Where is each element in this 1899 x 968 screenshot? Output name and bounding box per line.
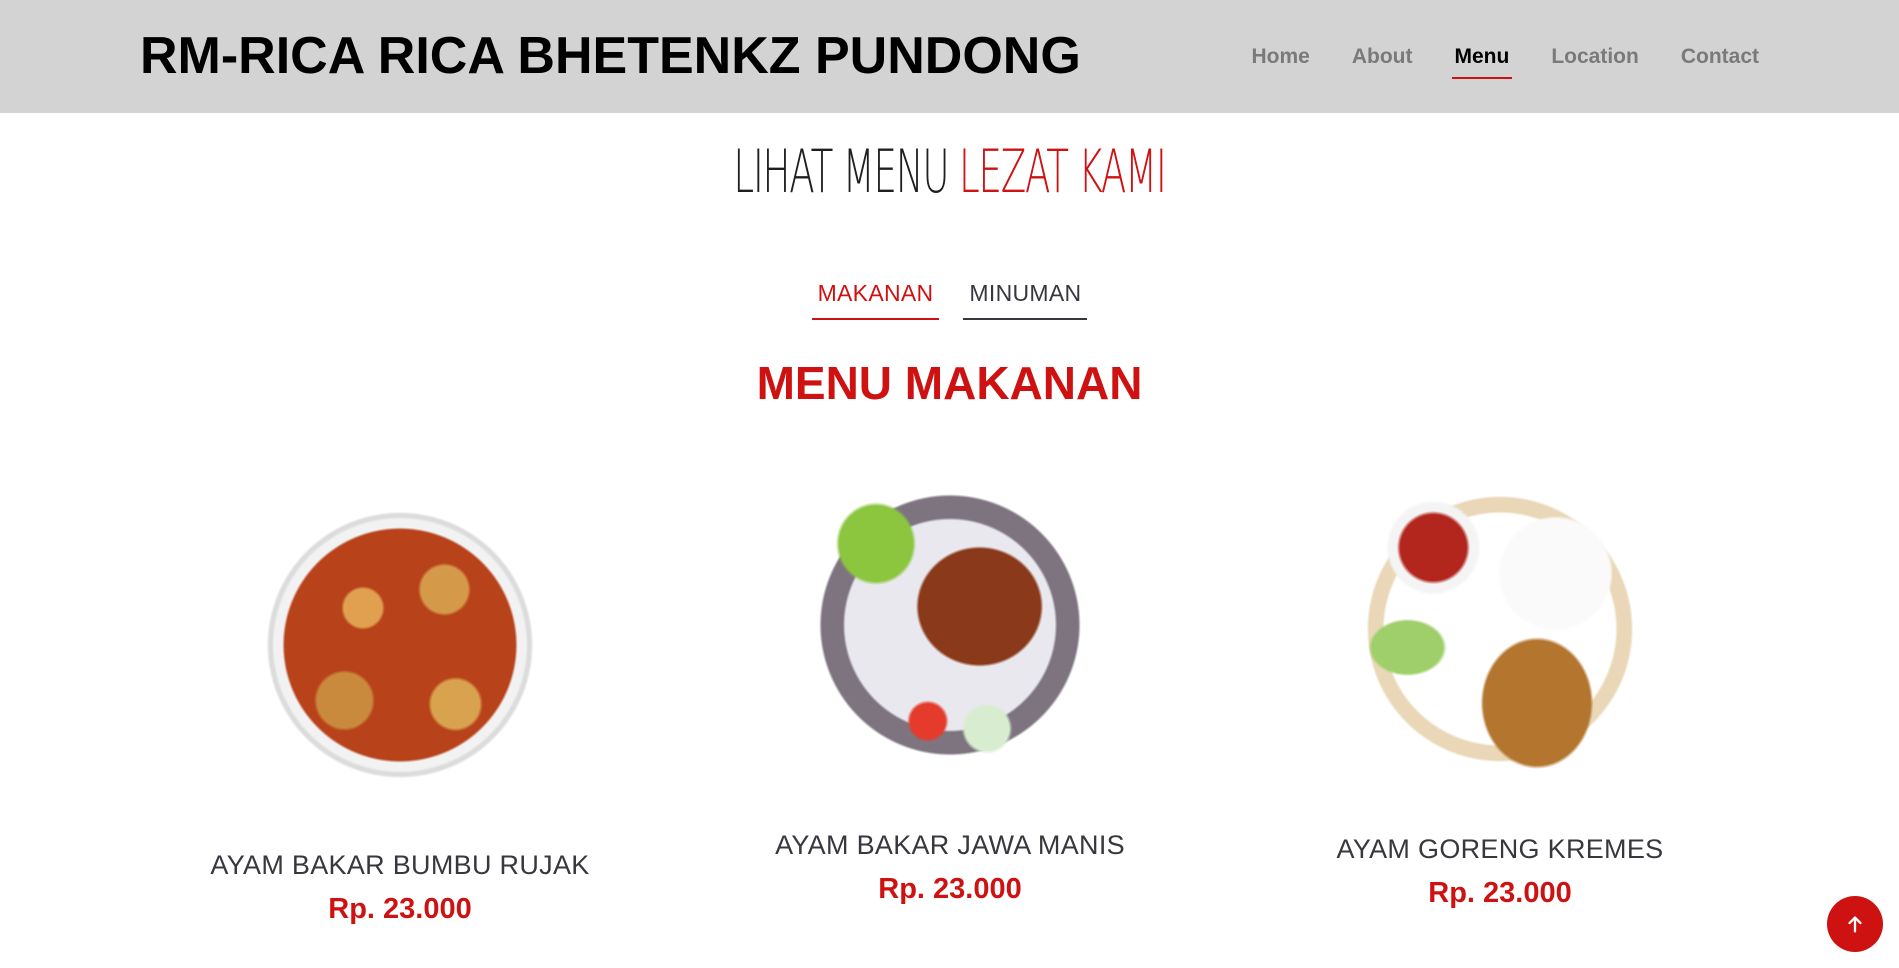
ayam-bakar-plate-image[interactable] [765,440,1135,810]
tab-minuman[interactable]: MINUMAN [963,272,1088,320]
site-logo[interactable]: RM-RICA RICA BHETENKZ PUNDONG [140,26,1081,86]
ayam-rica-bowl-image[interactable] [215,460,585,830]
ayam-goreng-plate-image[interactable] [1315,444,1685,814]
nav-location[interactable]: Location [1551,35,1639,79]
menu-item[interactable]: AYAM BAKAR BUMBU RUJAK Rp. 23.000 [125,460,675,926]
arrow-up-icon [1848,916,1862,933]
scroll-top-button[interactable] [1827,896,1883,952]
menu-item-price: Rp. 23.000 [328,893,472,925]
nav-home[interactable]: Home [1251,35,1309,79]
section-title-accent: LEZAT KAMI [958,137,1167,207]
nav-menu[interactable]: Menu [1451,35,1513,79]
menu-item-price: Rp. 23.000 [1428,877,1572,909]
menu-item-name: AYAM BAKAR JAWA MANIS [775,830,1125,860]
main-nav: Home About Menu Location Contact [1209,0,1759,113]
tab-makanan[interactable]: MAKANAN [811,272,940,320]
menu-item-name: AYAM GORENG KREMES [1336,834,1664,864]
nav-about[interactable]: About [1352,35,1413,79]
menu-heading: MENU MAKANAN [756,357,1143,409]
menu-item[interactable]: AYAM GORENG KREMES Rp. 23.000 [1225,444,1775,910]
section-title-main: LIHAT MENU [733,137,949,207]
menu-tabs: MAKANAN MINUMAN [0,272,1899,320]
site-header: RM-RICA RICA BHETENKZ PUNDONG Home About… [0,0,1899,113]
nav-contact[interactable]: Contact [1681,35,1759,79]
menu-item[interactable]: AYAM BAKAR JAWA MANIS Rp. 23.000 [675,440,1225,906]
menu-item-name: AYAM BAKAR BUMBU RUJAK [210,850,590,880]
section-title: LIHAT MENU LEZAT KAMI [361,130,1538,214]
menu-item-price: Rp. 23.000 [878,873,1022,905]
